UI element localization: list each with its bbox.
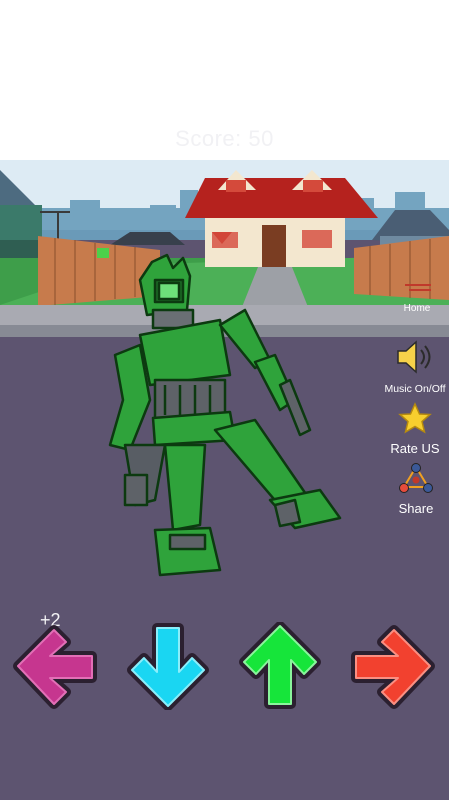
star-icon (398, 402, 432, 434)
music-label: Music On/Off (384, 383, 446, 395)
home-button[interactable]: Home (394, 280, 440, 314)
share-label: Share (398, 501, 434, 516)
right-arrow-icon (351, 625, 435, 709)
speaker-icon (397, 340, 431, 374)
music-toggle-button[interactable]: Music On/Off (382, 338, 448, 395)
score-display: Score: 50 (175, 126, 274, 151)
rate-label: Rate US (390, 441, 440, 456)
home-icon (405, 284, 431, 291)
left-arrow-icon (13, 625, 97, 709)
right-arrow-button[interactable] (346, 622, 438, 710)
up-arrow-icon (239, 622, 321, 709)
rate-button[interactable]: Rate US (384, 402, 446, 456)
left-arrow-button[interactable] (10, 622, 102, 710)
share-icon (399, 463, 433, 493)
up-arrow-button[interactable] (234, 622, 326, 710)
down-arrow-button[interactable] (122, 622, 214, 710)
down-arrow-icon (127, 623, 209, 710)
share-button[interactable]: Share (388, 462, 444, 516)
home-label: Home (403, 303, 431, 314)
robot-character (108, 253, 342, 577)
